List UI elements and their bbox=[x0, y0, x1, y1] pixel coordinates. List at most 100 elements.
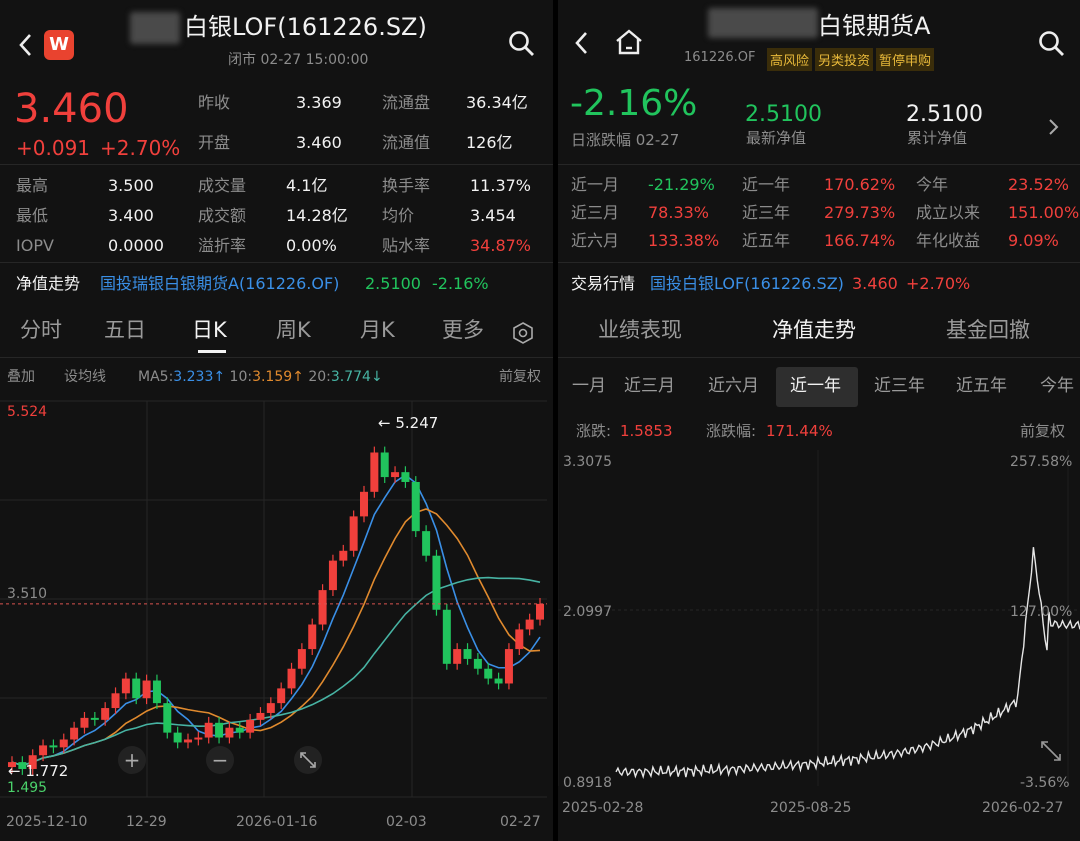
period-2[interactable]: 近六月 bbox=[708, 378, 759, 395]
chg-pct-label: 涨跌幅: bbox=[706, 422, 757, 440]
y-mid-label: 2.0997 bbox=[563, 604, 612, 620]
stat-value: 126亿 bbox=[466, 133, 513, 152]
ma-setting-button[interactable]: 设均线 bbox=[64, 370, 106, 384]
ma5-value: 3.233↑ bbox=[173, 369, 226, 385]
tab-4[interactable]: 月K bbox=[360, 320, 395, 341]
pct-min-label: -3.56% bbox=[1020, 775, 1070, 791]
chevron-right-icon[interactable] bbox=[1048, 118, 1060, 136]
chart-mid-label: 3.510 bbox=[7, 586, 48, 602]
period-3[interactable]: 近一年 bbox=[790, 378, 841, 395]
zoom-in-icon[interactable]: + bbox=[118, 746, 146, 774]
chart-low-label: 1.495 bbox=[7, 780, 48, 796]
candle-body bbox=[235, 727, 244, 733]
tab-0[interactable]: 分时 bbox=[20, 320, 62, 341]
stat-label: 最高 bbox=[16, 176, 49, 195]
day-change-label: 日涨跌幅 02-27 bbox=[571, 131, 680, 149]
acc-nav-label: 累计净值 bbox=[907, 129, 968, 147]
adjust-button[interactable]: 前复权 bbox=[499, 370, 541, 384]
day-change: -2.16% bbox=[570, 83, 698, 124]
candle-body bbox=[463, 649, 472, 659]
stat-label: 成交额 bbox=[198, 206, 247, 225]
nav-fund-link[interactable]: 国投瑞银白银期货A(161226.OF) bbox=[100, 276, 339, 292]
return-value: 23.52% bbox=[1008, 175, 1070, 194]
period-5[interactable]: 近五年 bbox=[956, 378, 1007, 395]
fund-tag: 另类投资 bbox=[815, 48, 874, 71]
stat-label: 成交量 bbox=[198, 176, 247, 195]
tab-2[interactable]: 基金回撤 bbox=[946, 320, 1030, 341]
y-max-label: 3.3075 bbox=[563, 454, 612, 470]
stat-label: 溢折率 bbox=[198, 236, 247, 255]
stat-value: 3.460 bbox=[296, 133, 342, 152]
candle-body bbox=[132, 678, 141, 699]
tab-5[interactable]: 更多 bbox=[442, 320, 484, 341]
return-label: 年化收益 bbox=[916, 231, 981, 250]
home-icon[interactable] bbox=[614, 28, 644, 56]
nav-value: 2.5100 bbox=[365, 274, 421, 293]
market-change: +2.70% bbox=[906, 274, 971, 293]
tab-3[interactable]: 周K bbox=[276, 320, 311, 341]
candle-body bbox=[142, 680, 151, 699]
fullscreen-icon[interactable] bbox=[294, 746, 322, 774]
candle-body bbox=[297, 649, 306, 669]
nav-change: -2.16% bbox=[432, 274, 489, 293]
candle-body bbox=[308, 624, 317, 650]
candle-body bbox=[163, 703, 172, 733]
tab-1[interactable]: 五日 bbox=[104, 320, 146, 341]
stat-value: 0.00% bbox=[286, 236, 337, 255]
return-label: 近一月 bbox=[571, 175, 620, 194]
fund-tag: 暂停申购 bbox=[876, 48, 935, 71]
right-fund-pane: 白银期货A 161226.OF 高风险 另类投资 暂停申购 -2.16% 日涨跌幅 … bbox=[558, 0, 1080, 841]
back-icon[interactable] bbox=[16, 32, 36, 58]
fullscreen-icon[interactable] bbox=[1040, 740, 1062, 762]
candle-body bbox=[494, 678, 503, 684]
back-icon[interactable] bbox=[572, 30, 592, 56]
candle-body bbox=[349, 516, 358, 551]
candle-body bbox=[152, 680, 161, 704]
ma5-line bbox=[11, 474, 541, 767]
stat-label: 流通值 bbox=[382, 133, 431, 152]
search-icon[interactable] bbox=[508, 30, 536, 58]
stat-value: 3.400 bbox=[108, 206, 154, 225]
chg-pct-value: 171.44% bbox=[766, 422, 833, 440]
stat-value: 3.369 bbox=[296, 93, 342, 112]
search-icon[interactable] bbox=[1038, 30, 1066, 58]
period-0[interactable]: 一月 bbox=[572, 378, 606, 395]
stat-value: 3.454 bbox=[470, 206, 516, 225]
candle-body bbox=[442, 609, 451, 664]
return-label: 近五年 bbox=[742, 231, 791, 250]
ma10-label: 10: bbox=[229, 369, 253, 385]
return-value: 78.33% bbox=[648, 203, 710, 222]
chart-settings-icon[interactable] bbox=[512, 322, 534, 344]
market-status: 闭市 02-27 15:00:00 bbox=[228, 52, 369, 68]
period-4[interactable]: 近三年 bbox=[874, 378, 925, 395]
candle-body bbox=[49, 745, 58, 748]
chg-label: 涨跌: bbox=[576, 422, 612, 440]
adjust-label[interactable]: 前复权 bbox=[1020, 424, 1065, 439]
stat-label: 昨收 bbox=[198, 93, 231, 112]
candle-body bbox=[411, 481, 420, 532]
ma20-line bbox=[11, 576, 541, 767]
candle-body bbox=[90, 717, 99, 720]
candle-body bbox=[380, 452, 389, 478]
period-1[interactable]: 近三月 bbox=[624, 378, 675, 395]
price-change: +0.091 bbox=[16, 136, 91, 160]
market-fund-link[interactable]: 国投白银LOF(161226.SZ) bbox=[650, 276, 844, 292]
zoom-out-icon[interactable]: − bbox=[206, 746, 234, 774]
tab-0[interactable]: 业绩表现 bbox=[598, 320, 682, 341]
ma20-value: 3.774↓ bbox=[330, 369, 383, 385]
stat-value: 3.500 bbox=[108, 176, 154, 195]
x-axis-date: 2025-08-25 bbox=[770, 800, 852, 816]
stat-label: 开盘 bbox=[198, 133, 231, 152]
overlay-button[interactable]: 叠加 bbox=[7, 370, 35, 384]
price-change-pct: +2.70% bbox=[100, 136, 181, 160]
x-axis-date: 2025-02-28 bbox=[562, 800, 644, 816]
return-value: 166.74% bbox=[824, 231, 896, 250]
return-label: 近一年 bbox=[742, 175, 791, 194]
nav-line-chart bbox=[558, 450, 1080, 786]
stat-label: 最低 bbox=[16, 206, 49, 225]
candle-body bbox=[536, 603, 544, 620]
period-6[interactable]: 今年 bbox=[1040, 378, 1074, 395]
tab-1[interactable]: 净值走势 bbox=[772, 320, 856, 341]
candle-body bbox=[453, 649, 462, 664]
tab-2[interactable]: 日K bbox=[192, 320, 227, 341]
